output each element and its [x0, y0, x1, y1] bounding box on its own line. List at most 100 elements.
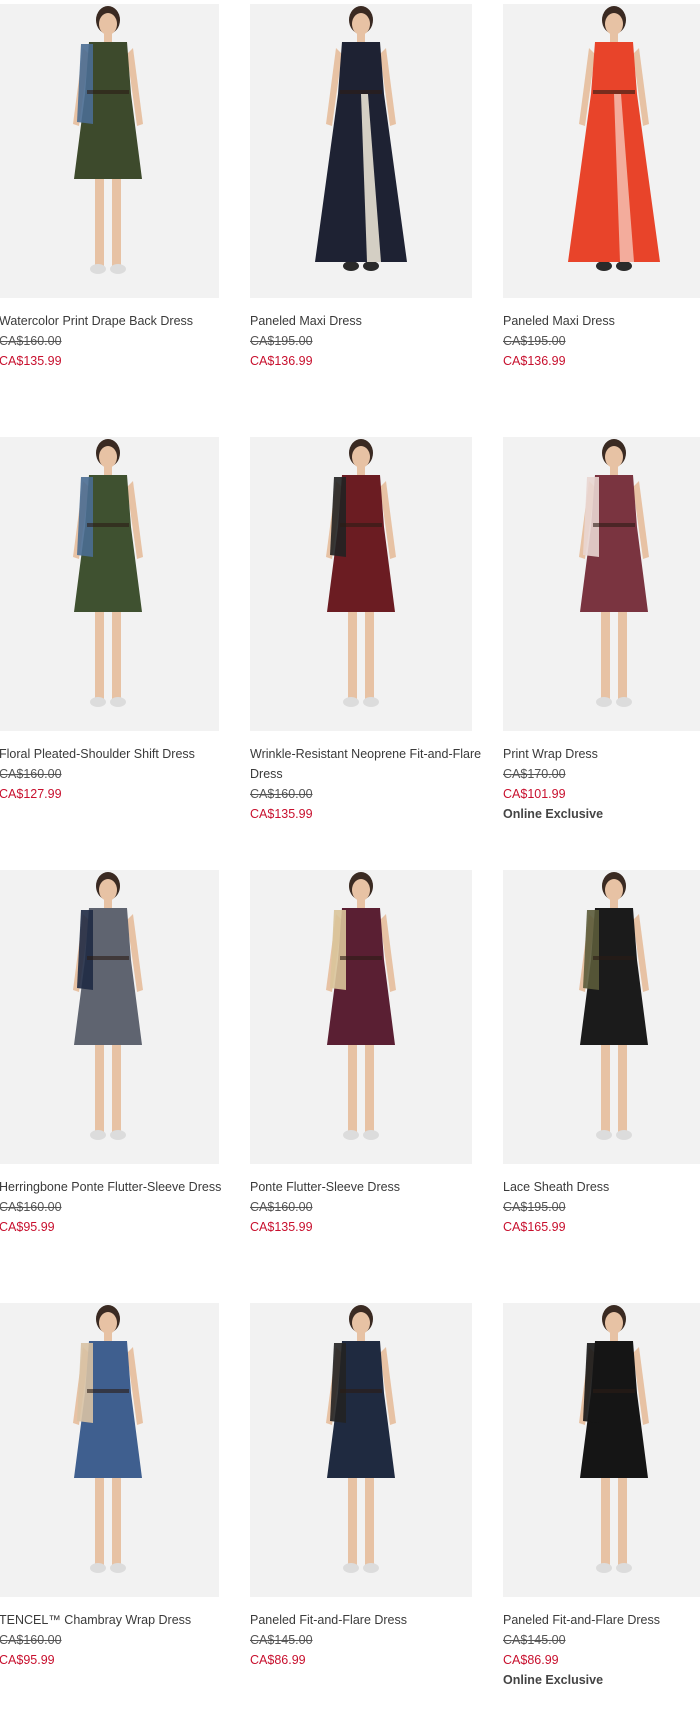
model-neck: [357, 465, 365, 475]
model-neck: [104, 465, 112, 475]
dress-belt: [87, 90, 129, 94]
product-name[interactable]: TENCEL™ Chambray Wrap Dress: [0, 1610, 239, 1630]
product-card[interactable]: Lace Sheath Dress CA$195.00 CA$165.99: [503, 870, 700, 1290]
model-leg-right: [112, 1040, 121, 1132]
model-illustration: [250, 1303, 472, 1597]
product-image[interactable]: [250, 437, 472, 731]
model-illustration: [503, 1303, 700, 1597]
product-card[interactable]: Paneled Fit-and-Flare Dress CA$145.00 CA…: [503, 1303, 700, 1723]
model-leg-right: [618, 1473, 627, 1565]
model-shoe-right: [110, 697, 126, 707]
original-price: CA$160.00: [0, 767, 62, 781]
model-neck: [610, 32, 618, 42]
product-name[interactable]: Print Wrap Dress: [503, 744, 700, 764]
sale-price: CA$101.99: [503, 787, 566, 801]
product-image[interactable]: [0, 870, 219, 1164]
product-name[interactable]: Paneled Fit-and-Flare Dress: [250, 1610, 490, 1630]
product-card[interactable]: Wrinkle-Resistant Neoprene Fit-and-Flare…: [250, 437, 490, 857]
product-name[interactable]: Wrinkle-Resistant Neoprene Fit-and-Flare…: [250, 744, 490, 784]
product-image[interactable]: [250, 1303, 472, 1597]
product-image[interactable]: [250, 4, 472, 298]
model-shoe-right: [616, 261, 632, 271]
dress-belt: [593, 523, 635, 527]
product-info: Paneled Maxi Dress CA$195.00 CA$136.99: [250, 311, 490, 371]
product-card[interactable]: Paneled Fit-and-Flare Dress CA$145.00 CA…: [250, 1303, 490, 1723]
model-face: [605, 446, 623, 468]
product-image[interactable]: [0, 437, 219, 731]
model-face: [352, 446, 370, 468]
sale-price: CA$95.99: [0, 1220, 55, 1234]
dress-belt: [87, 956, 129, 960]
model-illustration: [503, 870, 700, 1164]
original-price: CA$195.00: [250, 334, 313, 348]
product-name[interactable]: Lace Sheath Dress: [503, 1177, 700, 1197]
product-name[interactable]: Ponte Flutter-Sleeve Dress: [250, 1177, 490, 1197]
model-face: [99, 1312, 117, 1334]
product-card[interactable]: Print Wrap Dress CA$170.00 CA$101.99 Onl…: [503, 437, 700, 857]
product-image[interactable]: [503, 1303, 700, 1597]
model-face: [99, 879, 117, 901]
model-neck: [104, 1331, 112, 1341]
product-card[interactable]: Ponte Flutter-Sleeve Dress CA$160.00 CA$…: [250, 870, 490, 1290]
product-name[interactable]: Herringbone Ponte Flutter-Sleeve Dress: [0, 1177, 239, 1197]
sale-price: CA$136.99: [250, 354, 313, 368]
product-name[interactable]: Paneled Fit-and-Flare Dress: [503, 1610, 700, 1630]
model-leg-right: [112, 607, 121, 699]
original-price: CA$160.00: [250, 787, 313, 801]
dress-belt: [340, 90, 382, 94]
model-face: [99, 446, 117, 468]
product-name[interactable]: Paneled Maxi Dress: [250, 311, 490, 331]
product-name[interactable]: Floral Pleated-Shoulder Shift Dress: [0, 744, 239, 764]
model-leg-left: [601, 1473, 610, 1565]
product-image[interactable]: [503, 870, 700, 1164]
product-card[interactable]: Paneled Maxi Dress CA$195.00 CA$136.99: [503, 4, 700, 424]
product-image[interactable]: [0, 1303, 219, 1597]
model-leg-right: [618, 607, 627, 699]
original-price: CA$160.00: [0, 334, 62, 348]
model-shoe-right: [363, 261, 379, 271]
product-info: TENCEL™ Chambray Wrap Dress CA$160.00 CA…: [0, 1610, 239, 1670]
model-leg-left: [348, 1040, 357, 1132]
product-card[interactable]: TENCEL™ Chambray Wrap Dress CA$160.00 CA…: [0, 1303, 237, 1723]
model-shoe-left: [596, 1563, 612, 1573]
model-shoe-right: [616, 1563, 632, 1573]
product-info: Floral Pleated-Shoulder Shift Dress CA$1…: [0, 744, 239, 804]
original-price: CA$160.00: [250, 1200, 313, 1214]
model-leg-left: [95, 1040, 104, 1132]
model-shoe-right: [110, 264, 126, 274]
product-card[interactable]: Watercolor Print Drape Back Dress CA$160…: [0, 4, 237, 424]
sale-price: CA$135.99: [250, 807, 313, 821]
product-name[interactable]: Paneled Maxi Dress: [503, 311, 700, 331]
product-card[interactable]: Floral Pleated-Shoulder Shift Dress CA$1…: [0, 437, 237, 857]
original-price: CA$160.00: [0, 1633, 62, 1647]
product-image[interactable]: [503, 4, 700, 298]
model-shoe-left: [90, 264, 106, 274]
dress-belt: [87, 1389, 129, 1393]
sale-price: CA$136.99: [503, 354, 566, 368]
product-info: Watercolor Print Drape Back Dress CA$160…: [0, 311, 239, 371]
product-image[interactable]: [0, 4, 219, 298]
model-neck: [357, 32, 365, 42]
model-illustration: [250, 437, 472, 731]
model-shoe-left: [90, 1563, 106, 1573]
product-image[interactable]: [503, 437, 700, 731]
sale-price: CA$127.99: [0, 787, 62, 801]
model-illustration: [250, 870, 472, 1164]
model-neck: [610, 1331, 618, 1341]
online-exclusive-badge: Online Exclusive: [503, 807, 604, 821]
original-price: CA$145.00: [503, 1633, 566, 1647]
model-face: [605, 1312, 623, 1334]
product-info: Herringbone Ponte Flutter-Sleeve Dress C…: [0, 1177, 239, 1237]
model-shoe-left: [596, 697, 612, 707]
product-name[interactable]: Watercolor Print Drape Back Dress: [0, 311, 239, 331]
product-card[interactable]: Paneled Maxi Dress CA$195.00 CA$136.99: [250, 4, 490, 424]
product-image[interactable]: [250, 870, 472, 1164]
sale-price: CA$135.99: [250, 1220, 313, 1234]
model-neck: [610, 898, 618, 908]
product-card[interactable]: Herringbone Ponte Flutter-Sleeve Dress C…: [0, 870, 237, 1290]
sale-price: CA$135.99: [0, 354, 62, 368]
model-illustration: [503, 437, 700, 731]
model-leg-left: [348, 607, 357, 699]
model-shoe-left: [90, 1130, 106, 1140]
original-price: CA$160.00: [0, 1200, 62, 1214]
